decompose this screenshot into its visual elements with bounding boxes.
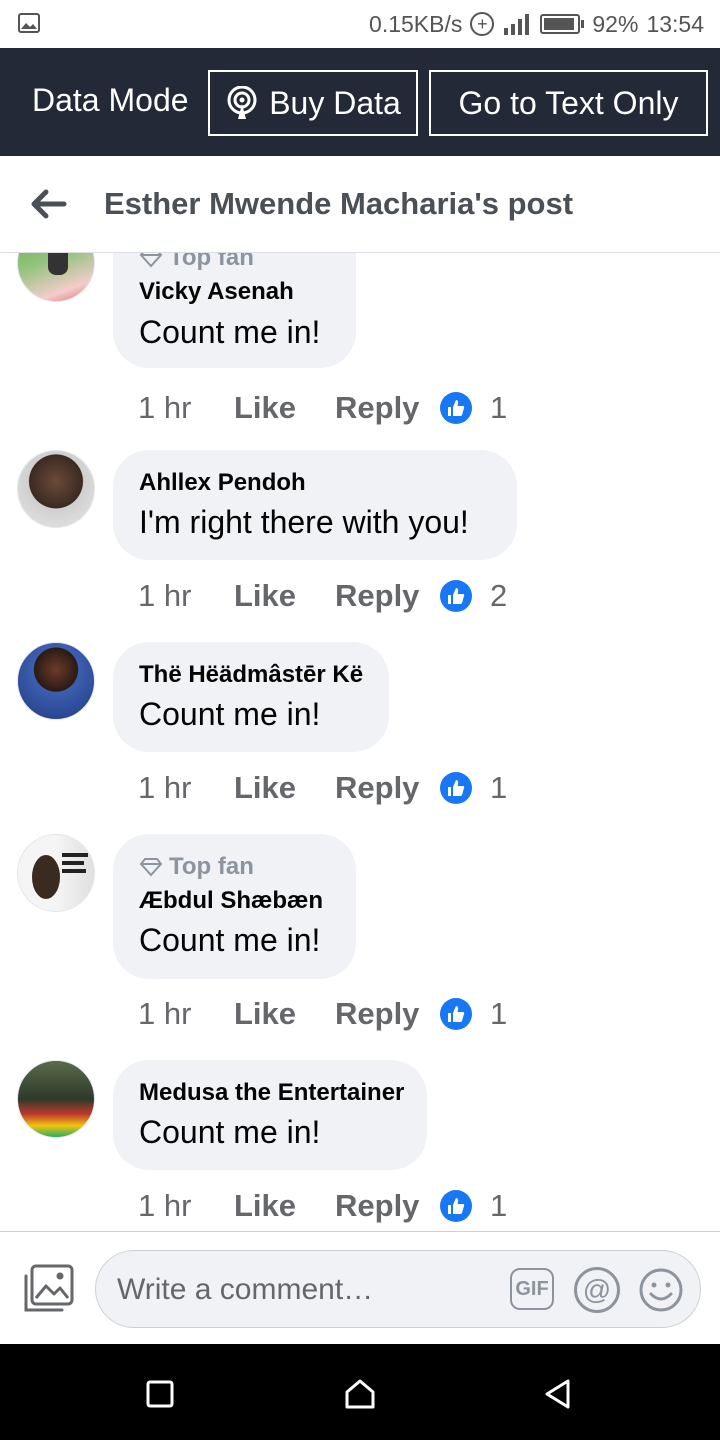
comment-time[interactable]: 1 hr	[138, 770, 234, 806]
thumbs-up-icon[interactable]	[440, 392, 472, 424]
gif-icon[interactable]: GIF	[510, 1268, 554, 1310]
comment-author[interactable]: Medusa the Entertainer	[139, 1079, 404, 1107]
status-right: 0.15KB/s + 92% 13:54	[369, 8, 704, 40]
data-mode-bar: Data Mode Buy Data Go to Text Only	[0, 48, 720, 156]
comment-list: Top fan Vicky Asenah Count me in! 1 hr L…	[0, 253, 720, 1231]
top-fan-badge: Top fan	[139, 853, 254, 881]
avatar[interactable]	[17, 1060, 95, 1138]
reply-button[interactable]: Reply	[335, 996, 440, 1032]
comment-time[interactable]: 1 hr	[138, 1188, 234, 1224]
comment-placeholder: Write a comment…	[117, 1273, 374, 1306]
reaction-count: 2	[490, 578, 508, 613]
like-button[interactable]: Like	[234, 996, 335, 1032]
comment-item: Top fan Æbdul Shæbæn Count me in! 1 hr L…	[0, 834, 720, 1044]
comment-item: Medusa the Entertainer Count me in! 1 hr…	[0, 1060, 720, 1231]
comment-bubble: Top fan Vicky Asenah Count me in!	[113, 253, 356, 368]
broadcast-icon	[227, 86, 257, 119]
avatar[interactable]	[17, 253, 95, 302]
comment-actions: 1 hr Like Reply 2	[138, 576, 507, 616]
comment-text: Count me in!	[139, 1114, 321, 1150]
thumbs-up-icon[interactable]	[440, 580, 472, 612]
avatar[interactable]	[17, 450, 95, 528]
thumbs-up-icon[interactable]	[440, 1190, 472, 1222]
comment-actions: 1 hr Like Reply 1	[138, 1186, 507, 1226]
comment-actions: 1 hr Like Reply 1	[138, 768, 507, 808]
top-fan-badge: Top fan	[139, 253, 254, 272]
comment-time[interactable]: 1 hr	[138, 390, 234, 426]
status-bar: 0.15KB/s + 92% 13:54	[0, 0, 720, 48]
comment-composer: Write a comment… GIF @	[0, 1231, 720, 1344]
comment-item: Top fan Vicky Asenah Count me in! 1 hr L…	[0, 253, 720, 430]
diamond-icon	[139, 253, 163, 268]
image-icon	[18, 13, 40, 33]
page-title: Esther Mwende Macharia's post	[104, 186, 574, 221]
home-icon[interactable]	[340, 1374, 380, 1414]
like-button[interactable]: Like	[234, 578, 335, 614]
comment-bubble: Medusa the Entertainer Count me in!	[113, 1060, 427, 1170]
text-only-button[interactable]: Go to Text Only	[429, 70, 708, 136]
comment-author[interactable]: Thë Hëädmâstēr Kë	[139, 661, 363, 689]
reply-button[interactable]: Reply	[335, 390, 440, 426]
like-button[interactable]: Like	[234, 1188, 335, 1224]
reaction-count: 1	[490, 1188, 508, 1223]
clock: 13:54	[646, 10, 704, 37]
post-header: Esther Mwende Macharia's post	[0, 156, 720, 253]
reaction-count: 1	[490, 390, 508, 425]
comment-text: Count me in!	[139, 696, 321, 732]
comment-time[interactable]: 1 hr	[138, 996, 234, 1032]
avatar[interactable]	[17, 834, 95, 912]
reaction-count: 1	[490, 996, 508, 1031]
thumbs-up-icon[interactable]	[440, 998, 472, 1030]
navigation-bar	[0, 1344, 720, 1440]
comment-author[interactable]: Æbdul Shæbæn	[139, 887, 323, 915]
data-saver-icon: +	[470, 12, 495, 36]
battery-icon	[540, 14, 585, 34]
top-fan-label: Top fan	[169, 253, 254, 271]
buy-data-button[interactable]: Buy Data	[208, 70, 418, 136]
comment-text: I'm right there with you!	[139, 504, 469, 540]
comment-item: Ahllex Pendoh I'm right there with you! …	[0, 450, 720, 630]
diamond-icon	[139, 858, 163, 877]
reaction-count: 1	[490, 770, 508, 805]
thumbs-up-icon[interactable]	[440, 772, 472, 804]
reply-button[interactable]: Reply	[335, 578, 440, 614]
comment-bubble: Top fan Æbdul Shæbæn Count me in!	[113, 834, 356, 979]
text-only-label: Go to Text Only	[458, 84, 679, 121]
comment-author[interactable]: Vicky Asenah	[139, 278, 294, 306]
battery-percent: 92%	[592, 10, 639, 37]
back-arrow-icon[interactable]	[28, 184, 68, 224]
signal-icon	[504, 14, 530, 35]
comment-input[interactable]: Write a comment… GIF @	[95, 1250, 701, 1328]
comment-bubble: Ahllex Pendoh I'm right there with you!	[113, 450, 517, 560]
recents-icon[interactable]	[140, 1374, 180, 1414]
back-icon[interactable]	[538, 1374, 578, 1414]
comment-text: Count me in!	[139, 314, 321, 350]
photo-icon[interactable]	[22, 1264, 74, 1314]
network-speed: 0.15KB/s	[369, 10, 463, 37]
emoji-icon[interactable]	[638, 1267, 684, 1313]
data-mode-label: Data Mode	[32, 82, 189, 118]
reply-button[interactable]: Reply	[335, 770, 440, 806]
comment-item: Thë Hëädmâstēr Kë Count me in! 1 hr Like…	[0, 642, 720, 822]
comment-actions: 1 hr Like Reply 1	[138, 994, 507, 1034]
top-fan-label: Top fan	[169, 853, 254, 880]
comment-text: Count me in!	[139, 922, 321, 958]
comment-time[interactable]: 1 hr	[138, 578, 234, 614]
comment-actions: 1 hr Like Reply 1	[138, 388, 507, 428]
avatar[interactable]	[17, 642, 95, 720]
screen: 0.15KB/s + 92% 13:54 Data Mode Buy Data …	[0, 0, 720, 1440]
buy-data-label: Buy Data	[269, 84, 401, 121]
reply-button[interactable]: Reply	[335, 1188, 440, 1224]
mention-icon[interactable]: @	[574, 1267, 620, 1313]
like-button[interactable]: Like	[234, 770, 335, 806]
like-button[interactable]: Like	[234, 390, 335, 426]
comment-author[interactable]: Ahllex Pendoh	[139, 469, 306, 497]
comment-bubble: Thë Hëädmâstēr Kë Count me in!	[113, 642, 389, 752]
